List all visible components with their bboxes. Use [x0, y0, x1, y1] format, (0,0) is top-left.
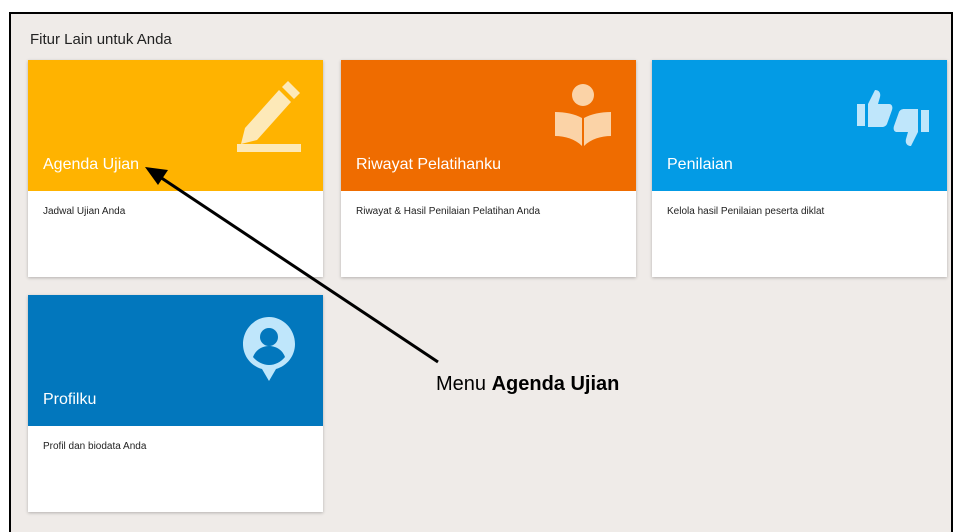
- annotation-emphasis: Agenda Ujian: [491, 373, 620, 395]
- annotation-label: Menu Agenda Ujian: [436, 373, 619, 396]
- annotation-arrow: [145, 167, 439, 364]
- annotation-prefix: Menu: [436, 373, 492, 395]
